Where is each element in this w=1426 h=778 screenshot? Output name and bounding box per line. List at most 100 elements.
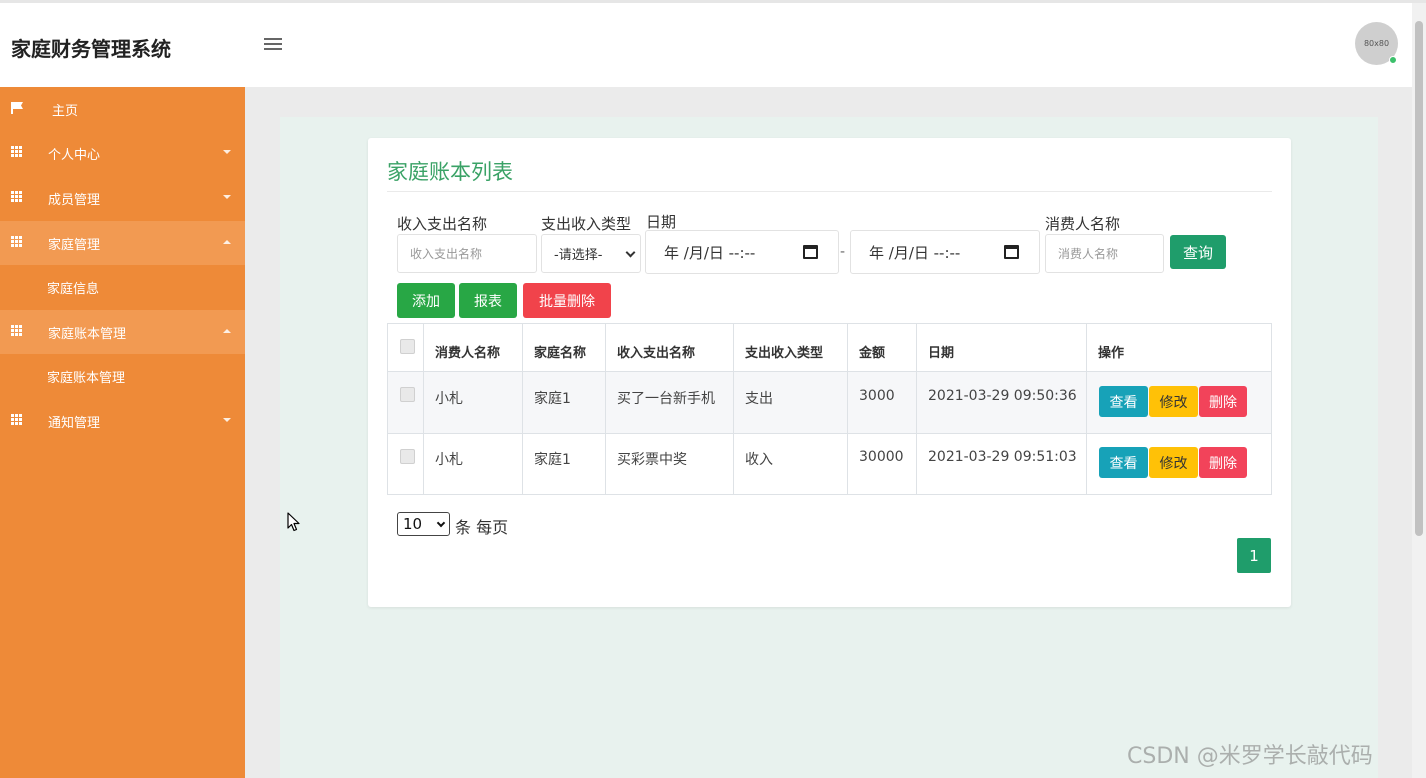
date-filter-label: 日期 xyxy=(646,213,677,231)
cell-date: 2021-03-29 09:51:03 xyxy=(928,449,1077,465)
date-start-input[interactable]: 年 /月/日 --:-- xyxy=(645,230,839,274)
report-button[interactable]: 报表 xyxy=(459,283,517,318)
date-start-placeholder: 年 /月/日 --:-- xyxy=(664,243,756,262)
page-title: 家庭账本列表 xyxy=(387,160,513,184)
title-divider xyxy=(387,191,1272,192)
sidebar-item-label: 家庭管理 xyxy=(48,238,101,253)
column-divider xyxy=(916,324,917,494)
consumer-filter-input[interactable]: 消费人名称 xyxy=(1045,234,1164,273)
cell-name: 买彩票中奖 xyxy=(617,452,687,468)
sidebar-item-label: 通知管理 xyxy=(48,416,101,431)
cell-consumer: 小札 xyxy=(435,391,463,407)
ledger-list-card: 家庭账本列表 收入支出名称 收入支出名称 支出收入类型 -请选择- 日期 年 /… xyxy=(368,138,1291,607)
mouse-pointer-icon xyxy=(287,512,300,532)
calendar-icon[interactable] xyxy=(1004,245,1019,259)
cell-family: 家庭1 xyxy=(534,452,571,468)
column-divider xyxy=(847,324,848,494)
cell-type: 支出 xyxy=(745,391,773,407)
menu-toggle-icon[interactable] xyxy=(264,37,282,51)
date-end-placeholder: 年 /月/日 --:-- xyxy=(869,243,961,262)
column-header: 消费人名称 xyxy=(435,346,501,361)
chevron-down-icon xyxy=(436,518,446,528)
cell-amount: 3000 xyxy=(859,388,895,404)
column-header: 家庭名称 xyxy=(534,346,587,361)
sidebar-subitem-family-info[interactable]: 家庭信息 xyxy=(0,265,245,309)
table-header-row: 消费人名称 家庭名称 收入支出名称 支出收入类型 金额 日期 操作 xyxy=(388,324,1271,372)
type-filter-value: -请选择- xyxy=(554,248,603,263)
query-button[interactable]: 查询 xyxy=(1170,235,1226,269)
cell-name: 买了一台新手机 xyxy=(617,391,715,407)
page-size-select[interactable]: 10 xyxy=(397,512,450,536)
page-scrollbar[interactable] xyxy=(1412,3,1426,778)
delete-button[interactable]: 删除 xyxy=(1199,386,1247,417)
column-header: 日期 xyxy=(928,346,955,361)
select-all-checkbox[interactable] xyxy=(400,339,415,354)
date-range-separator: - xyxy=(840,244,846,260)
name-filter-label: 收入支出名称 xyxy=(397,215,488,233)
cell-date: 2021-03-29 09:50:36 xyxy=(928,388,1077,404)
calendar-icon[interactable] xyxy=(803,245,818,259)
chevron-down-icon xyxy=(625,247,636,258)
caret-down-icon xyxy=(223,195,231,199)
grid-icon xyxy=(11,191,24,203)
sidebar: 主页 个人中心 成员管理 家庭管理 家庭信息 家庭账本管理 家庭账本管理 通知管… xyxy=(0,87,245,778)
column-divider xyxy=(423,324,424,494)
grid-icon xyxy=(11,414,24,426)
sidebar-item-home[interactable]: 主页 xyxy=(0,87,245,131)
caret-up-icon xyxy=(223,329,231,333)
type-filter-select[interactable]: -请选择- xyxy=(541,234,641,273)
ledger-table: 消费人名称 家庭名称 收入支出名称 支出收入类型 金额 日期 操作 小札 家庭1… xyxy=(387,323,1272,495)
app-title: 家庭财务管理系统 xyxy=(11,37,171,61)
column-header: 收入支出名称 xyxy=(617,346,696,361)
column-divider xyxy=(605,324,606,494)
column-header: 金额 xyxy=(859,346,886,361)
sidebar-item-notifications[interactable]: 通知管理 xyxy=(0,399,245,443)
view-button[interactable]: 查看 xyxy=(1099,447,1148,478)
consumer-filter-label: 消费人名称 xyxy=(1045,215,1121,233)
page-size-suffix: 条 每页 xyxy=(455,518,509,537)
table-row: 小札 家庭1 买了一台新手机 支出 3000 2021-03-29 09:50:… xyxy=(388,372,1271,434)
cell-type: 收入 xyxy=(745,452,773,468)
sidebar-item-label: 主页 xyxy=(52,104,79,119)
column-divider xyxy=(733,324,734,494)
cell-family: 家庭1 xyxy=(534,391,571,407)
row-checkbox[interactable] xyxy=(400,387,415,402)
column-divider xyxy=(522,324,523,494)
column-header: 操作 xyxy=(1098,346,1125,361)
caret-down-icon xyxy=(223,418,231,422)
caret-up-icon xyxy=(223,240,231,244)
sidebar-item-family[interactable]: 家庭管理 xyxy=(0,221,245,265)
sidebar-item-label: 个人中心 xyxy=(48,148,101,163)
cell-amount: 30000 xyxy=(859,449,904,465)
cell-consumer: 小札 xyxy=(435,452,463,468)
date-end-input[interactable]: 年 /月/日 --:-- xyxy=(850,230,1040,274)
sidebar-item-label: 家庭账本管理 xyxy=(48,327,127,342)
sidebar-item-label: 家庭账本管理 xyxy=(47,371,126,386)
sidebar-item-ledger[interactable]: 家庭账本管理 xyxy=(0,310,245,354)
grid-icon xyxy=(11,236,24,248)
grid-icon xyxy=(11,146,24,158)
sidebar-subitem-ledger-manage[interactable]: 家庭账本管理 xyxy=(0,354,245,398)
type-filter-label: 支出收入类型 xyxy=(541,215,632,233)
caret-down-icon xyxy=(223,150,231,154)
grid-icon xyxy=(11,325,24,337)
name-filter-input[interactable]: 收入支出名称 xyxy=(397,234,537,273)
sidebar-item-label: 成员管理 xyxy=(48,193,101,208)
delete-button[interactable]: 删除 xyxy=(1199,447,1247,478)
sidebar-item-label: 家庭信息 xyxy=(47,282,100,297)
edit-button[interactable]: 修改 xyxy=(1149,447,1198,478)
add-button[interactable]: 添加 xyxy=(397,283,455,318)
scrollbar-thumb[interactable] xyxy=(1415,21,1423,536)
app-header: 家庭财务管理系统 xyxy=(0,3,1412,87)
sidebar-item-members[interactable]: 成员管理 xyxy=(0,176,245,220)
batch-delete-button[interactable]: 批量删除 xyxy=(523,283,611,318)
online-status-dot xyxy=(1389,56,1397,64)
column-divider xyxy=(1086,324,1087,494)
sidebar-item-personal-center[interactable]: 个人中心 xyxy=(0,131,245,175)
view-button[interactable]: 查看 xyxy=(1099,386,1148,417)
edit-button[interactable]: 修改 xyxy=(1149,386,1198,417)
row-checkbox[interactable] xyxy=(400,449,415,464)
page-button-current[interactable]: 1 xyxy=(1237,538,1271,573)
column-header: 支出收入类型 xyxy=(745,346,824,361)
flag-icon xyxy=(11,102,23,114)
